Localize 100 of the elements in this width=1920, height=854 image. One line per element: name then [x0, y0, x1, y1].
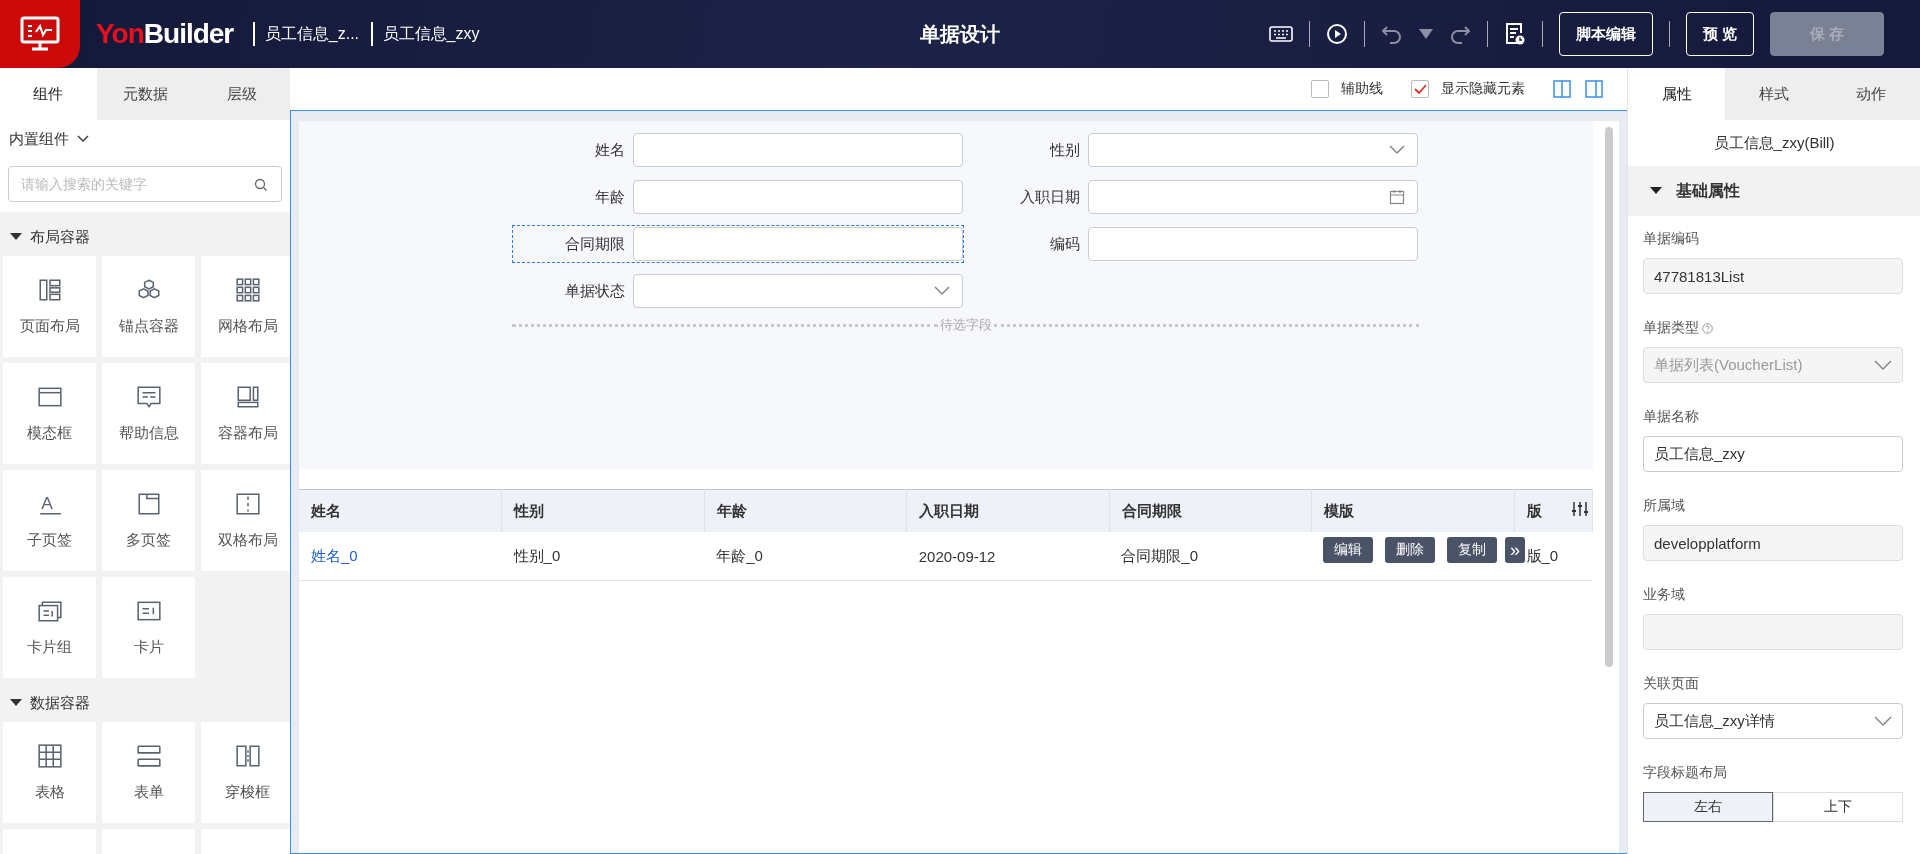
- page-title: 单据设计: [920, 21, 1000, 47]
- column-header: 入职日期: [906, 489, 1110, 532]
- column-header: 模版: [1311, 489, 1515, 532]
- section-header[interactable]: 基础属性: [1628, 166, 1920, 216]
- property-label: 关联页面: [1643, 675, 1699, 693]
- chevron-down-icon: [77, 135, 89, 143]
- undo-icon[interactable]: [1380, 24, 1403, 44]
- segment-button[interactable]: 上下: [1773, 792, 1903, 822]
- panel-tab[interactable]: 层级: [193, 68, 290, 120]
- columns-icon: [36, 277, 63, 303]
- component-tile[interactable]: 锚点容器: [102, 256, 195, 357]
- group-header[interactable]: 数据容器: [0, 684, 290, 722]
- caret-down-icon[interactable]: [1418, 29, 1433, 39]
- drop-zone-label: 待选字段: [938, 316, 993, 334]
- message-icon: [135, 384, 162, 410]
- property-label: 业务域: [1643, 586, 1685, 604]
- component-tile[interactable]: 多页签: [102, 470, 195, 571]
- table-cell: 年龄_0: [704, 532, 907, 581]
- object-title: 员工信息_zxy(Bill): [1712, 133, 1836, 153]
- component-tile[interactable]: 双格布局: [201, 470, 290, 571]
- toolbar-button[interactable]: 预 览: [1685, 12, 1754, 56]
- column-header: 年龄: [704, 489, 907, 532]
- column-layout-icon[interactable]: [1585, 80, 1603, 98]
- component-tile[interactable]: 网格布局: [201, 256, 290, 357]
- text-field[interactable]: [633, 180, 963, 214]
- component-tile[interactable]: 帮助信息: [102, 363, 195, 464]
- property-label: 单据编码: [1643, 230, 1699, 248]
- breadcrumb-link[interactable]: 员工信息_z...: [264, 23, 359, 45]
- checkbox[interactable]: [1311, 80, 1329, 98]
- play-icon[interactable]: [1325, 23, 1348, 45]
- text-field[interactable]: [1088, 227, 1418, 261]
- row-action-button[interactable]: 复制: [1447, 537, 1497, 563]
- column-header: 版: [1514, 489, 1593, 532]
- select-field[interactable]: 员工信息_zxy详情: [1643, 703, 1903, 739]
- date-field[interactable]: [1088, 180, 1418, 214]
- component-tile[interactable]: 模态框: [3, 363, 96, 464]
- caret-icon: [1650, 187, 1662, 195]
- split-panel-icon: [234, 491, 261, 517]
- field-label: 入职日期: [1019, 187, 1080, 207]
- brand-logo: YonBuilder: [96, 18, 234, 50]
- table-cell: 性别_0: [501, 532, 705, 581]
- grid-icon: [234, 277, 261, 303]
- readonly-field: developplatform: [1643, 525, 1903, 561]
- panel-tab[interactable]: 动作: [1822, 68, 1920, 120]
- select-field[interactable]: [1088, 133, 1418, 167]
- component-tile[interactable]: A 子页签: [3, 470, 96, 571]
- group-header[interactable]: 布局容器: [0, 218, 290, 256]
- search-icon: [254, 178, 268, 192]
- column-header: 合同期限: [1109, 489, 1312, 532]
- text-field[interactable]: 员工信息_zxy: [1643, 436, 1903, 472]
- shuttle-icon: [234, 743, 261, 769]
- column-header: 性别: [501, 489, 705, 532]
- redo-icon[interactable]: [1448, 24, 1471, 44]
- form-lines-icon: [135, 743, 162, 769]
- row-action-button[interactable]: 删除: [1385, 537, 1435, 563]
- folder-tab-icon: [135, 491, 162, 517]
- table-cell: 2020-09-12: [906, 532, 1110, 581]
- field-label: 单据状态: [564, 281, 625, 301]
- component-tile[interactable]: 穿梭框: [201, 722, 290, 823]
- row-action-button[interactable]: 编辑: [1323, 537, 1373, 563]
- checkbox[interactable]: [1411, 80, 1429, 98]
- component-tile[interactable]: 表单: [102, 722, 195, 823]
- source-dropdown[interactable]: 内置组件: [0, 120, 290, 158]
- field-label: 姓名: [594, 140, 625, 160]
- chevron-down-icon: [934, 286, 950, 296]
- search-field[interactable]: 请输入搜索的关键字: [8, 166, 282, 202]
- column-layout-icon[interactable]: [1553, 80, 1571, 98]
- keyboard-icon[interactable]: [1268, 25, 1293, 43]
- text-field[interactable]: [633, 133, 963, 167]
- caret-icon: [10, 699, 22, 707]
- field-label: 性别: [1048, 140, 1080, 160]
- calendar-icon: [1389, 189, 1405, 205]
- toolbar-button[interactable]: 脚本编辑: [1558, 12, 1653, 56]
- field-label: 年龄: [594, 187, 625, 207]
- panel-tab[interactable]: 组件: [0, 68, 97, 120]
- document-clock-icon[interactable]: [1503, 22, 1526, 46]
- panels-icon: [234, 384, 261, 410]
- field-label: 合同期限: [564, 234, 625, 254]
- chevron-down-icon: [1874, 360, 1892, 370]
- component-tile[interactable]: 页面布局: [3, 256, 96, 357]
- table-cell: 合同期限_0: [1109, 532, 1312, 581]
- component-tile[interactable]: 卡片: [102, 577, 195, 678]
- checkbox-label: 显示隐藏元素: [1441, 80, 1525, 98]
- chevron-down-icon: [1874, 716, 1892, 726]
- column-settings-icon[interactable]: [1571, 501, 1589, 517]
- segment-button[interactable]: 左右: [1643, 792, 1773, 822]
- chevron-down-icon: [1389, 145, 1405, 155]
- component-tile[interactable]: 表格: [3, 722, 96, 823]
- name-link[interactable]: 姓名_0: [299, 532, 502, 581]
- component-tile[interactable]: 容器布局: [201, 363, 290, 464]
- monitor-logo-icon: [0, 0, 80, 68]
- panel-tab[interactable]: 元数据: [96, 68, 194, 120]
- component-tile[interactable]: 卡片组: [3, 577, 96, 678]
- text-field[interactable]: [633, 227, 963, 261]
- breadcrumb-link[interactable]: 员工信息_zxy: [382, 23, 480, 45]
- property-label: 单据类型: [1643, 319, 1699, 337]
- field-label: 编码: [1049, 234, 1080, 254]
- panel-tab[interactable]: 样式: [1725, 68, 1823, 120]
- select-field[interactable]: [633, 274, 963, 308]
- scrollbar[interactable]: [1605, 127, 1613, 667]
